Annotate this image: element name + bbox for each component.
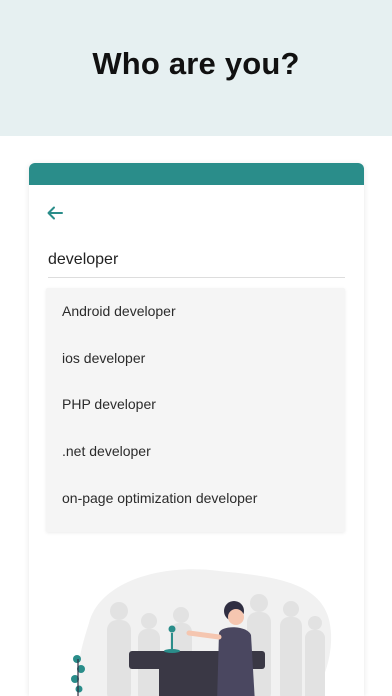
speaker-crowd-illustration xyxy=(71,569,332,696)
search-input[interactable] xyxy=(48,243,345,278)
back-button[interactable] xyxy=(43,201,67,225)
suggestion-item[interactable]: on-page optimization developer xyxy=(46,474,345,521)
suggestion-item[interactable]: .net developer xyxy=(46,428,345,475)
card-accent-bar xyxy=(29,163,364,185)
suggestion-item[interactable]: PHP developer xyxy=(46,381,345,428)
arrow-left-icon xyxy=(47,206,63,220)
suggestion-item[interactable]: Android developer xyxy=(46,288,345,335)
suggestion-list: Android developer ios developer PHP deve… xyxy=(46,288,345,532)
search-card: Android developer ios developer PHP deve… xyxy=(29,163,364,696)
page-header: Who are you? xyxy=(0,0,392,136)
page-title: Who are you? xyxy=(92,46,300,81)
suggestion-item[interactable]: ios developer xyxy=(46,335,345,382)
